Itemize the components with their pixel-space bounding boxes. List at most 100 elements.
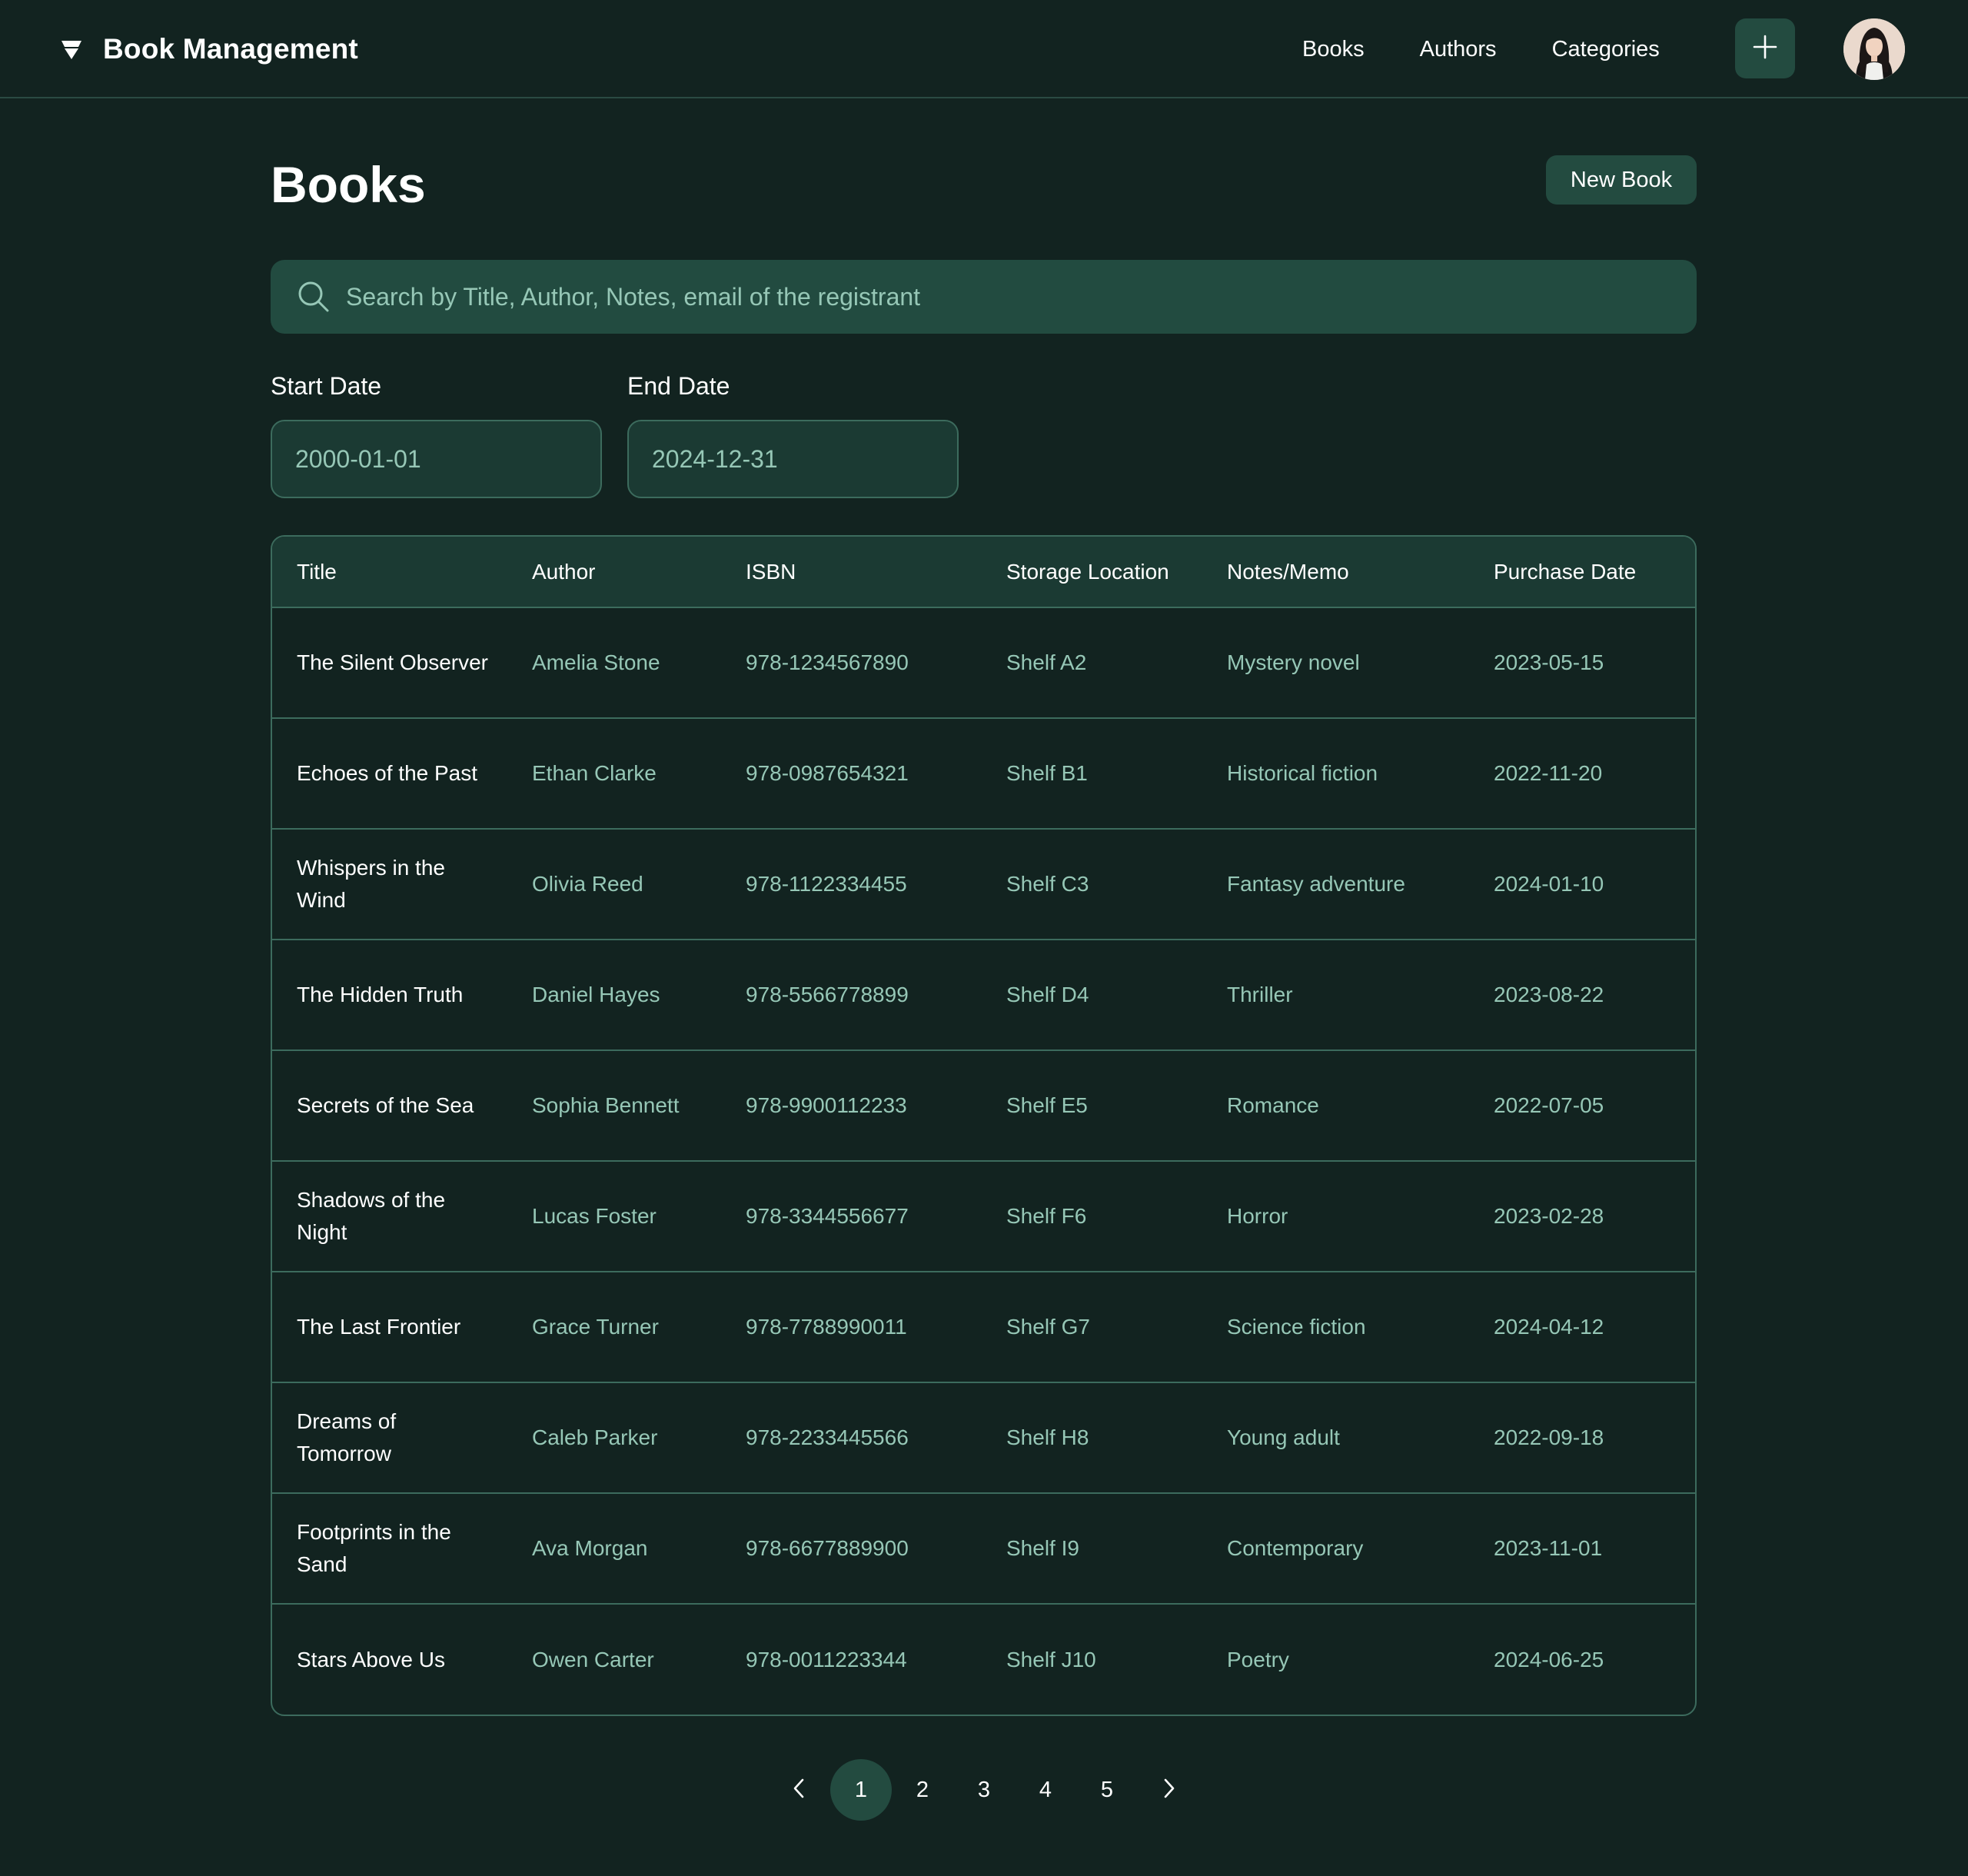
book-isbn: 978-1234567890 [746,650,909,674]
column-header-storage-location[interactable]: Storage Location [982,537,1202,608]
column-header-author[interactable]: Author [507,537,721,608]
avatar-image [1843,18,1905,80]
book-location: Shelf B1 [982,717,1202,829]
book-location: Shelf G7 [982,1271,1202,1382]
book-isbn: 978-7788990011 [721,1271,982,1382]
end-date-label: End Date [627,372,730,400]
book-purchase-date: 2023-08-22 [1469,939,1695,1050]
table-header-row: Title Author ISBN Storage Location Notes… [272,537,1695,608]
book-location: Shelf A2 [1006,650,1087,674]
search-icon [297,280,331,314]
next-page-button[interactable] [1138,1759,1199,1821]
search-bar[interactable] [271,260,1697,334]
book-author: Owen Carter [507,1603,721,1715]
book-purchase-date: 2023-11-01 [1469,1492,1695,1604]
column-header-purchase-date[interactable]: Purchase Date [1469,537,1695,608]
book-author: Sophia Bennett [507,1049,721,1161]
book-author: Daniel Hayes [507,939,721,1050]
table-row[interactable]: Secrets of the Sea Sophia Bennett 978-99… [272,1049,1695,1161]
book-author: Grace Turner [507,1271,721,1382]
search-input[interactable] [344,281,1697,312]
book-title: Secrets of the Sea [272,1049,507,1161]
table-row[interactable]: Shadows of the Night Lucas Foster 978-33… [272,1160,1695,1272]
chevron-right-icon [1159,1777,1178,1804]
main-nav: Books Authors Categories [1302,26,1660,72]
chevron-left-icon [790,1777,809,1804]
book-title: Stars Above Us [272,1603,507,1715]
top-navigation-bar: Book Management Books Authors Categories [0,0,1968,98]
book-title: The Hidden Truth [272,939,507,1050]
book-purchase-date: 2024-01-10 [1469,828,1695,940]
book-location: Shelf C3 [982,828,1202,940]
add-button[interactable] [1735,18,1795,78]
nav-item-categories[interactable]: Categories [1552,37,1660,62]
plus-icon [1752,34,1778,64]
book-location: Shelf F6 [982,1160,1202,1272]
book-purchase-date: 2022-09-18 [1469,1382,1695,1493]
book-purchase-date: 2023-02-28 [1469,1160,1695,1272]
book-notes: Thriller [1202,939,1469,1050]
book-isbn: 978-2233445566 [721,1382,982,1493]
page-button-1[interactable]: 1 [830,1759,892,1821]
book-notes: Young adult [1202,1382,1469,1493]
book-notes: Fantasy adventure [1202,828,1469,940]
nav-item-authors[interactable]: Authors [1420,37,1497,62]
book-location: Shelf I9 [982,1492,1202,1604]
book-title: Whispers in the Wind [272,828,507,940]
column-header-isbn[interactable]: ISBN [721,537,982,608]
start-date-label: Start Date [271,372,382,400]
book-notes: Contemporary [1202,1492,1469,1604]
book-isbn: 978-9900112233 [721,1049,982,1161]
table-row[interactable]: Footprints in the Sand Ava Morgan 978-66… [272,1492,1695,1604]
book-author: Olivia Reed [507,828,721,940]
book-isbn: 978-0011223344 [721,1603,982,1715]
page-title: Books [271,156,426,213]
book-notes: Science fiction [1202,1271,1469,1382]
start-date-input[interactable] [271,420,602,498]
book-title: Dreams of Tomorrow [272,1382,507,1493]
page-button-5[interactable]: 5 [1076,1759,1138,1821]
book-purchase-date: 2022-11-20 [1469,717,1695,829]
book-location: Shelf D4 [982,939,1202,1050]
book-author: Amelia Stone [532,650,660,674]
page-button-4[interactable]: 4 [1015,1759,1076,1821]
book-isbn: 978-5566778899 [721,939,982,1050]
book-title: The Silent Observer [297,650,488,674]
pagination: 1 2 3 4 5 [769,1759,1199,1821]
table-row[interactable]: The Last Frontier Grace Turner 978-77889… [272,1271,1695,1382]
book-notes: Historical fiction [1202,717,1469,829]
book-purchase-date: 2023-05-15 [1494,650,1604,674]
table-row[interactable]: Whispers in the Wind Olivia Reed 978-112… [272,828,1695,940]
book-notes: Romance [1202,1049,1469,1161]
page-button-3[interactable]: 3 [953,1759,1015,1821]
book-purchase-date: 2024-06-25 [1469,1603,1695,1715]
table-row[interactable]: Echoes of the Past Ethan Clarke 978-0987… [272,717,1695,829]
book-notes: Poetry [1202,1603,1469,1715]
column-header-notes[interactable]: Notes/Memo [1202,537,1469,608]
book-isbn: 978-3344556677 [721,1160,982,1272]
table-row[interactable]: Dreams of Tomorrow Caleb Parker 978-2233… [272,1382,1695,1493]
table-row[interactable]: The Silent Observer Amelia Stone 978-123… [272,607,1695,718]
book-isbn: 978-0987654321 [721,717,982,829]
previous-page-button[interactable] [769,1759,830,1821]
book-title: The Last Frontier [272,1271,507,1382]
book-isbn: 978-6677889900 [721,1492,982,1604]
new-book-button[interactable]: New Book [1546,155,1697,205]
page-button-2[interactable]: 2 [892,1759,953,1821]
book-title: Footprints in the Sand [272,1492,507,1604]
app-title: Book Management [103,33,358,65]
book-location: Shelf H8 [982,1382,1202,1493]
book-author: Ava Morgan [507,1492,721,1604]
table-row[interactable]: The Hidden Truth Daniel Hayes 978-556677… [272,939,1695,1050]
book-author: Ethan Clarke [507,717,721,829]
user-avatar[interactable] [1843,18,1905,80]
brand[interactable]: Book Management [60,26,358,72]
books-table-container: Title Author ISBN Storage Location Notes… [271,535,1697,1716]
end-date-input[interactable] [627,420,959,498]
nav-item-books[interactable]: Books [1302,37,1365,62]
book-author: Caleb Parker [507,1382,721,1493]
column-header-title[interactable]: Title [272,537,507,608]
book-title: Echoes of the Past [272,717,507,829]
table-row[interactable]: Stars Above Us Owen Carter 978-001122334… [272,1603,1695,1715]
books-table: Title Author ISBN Storage Location Notes… [272,537,1695,1715]
